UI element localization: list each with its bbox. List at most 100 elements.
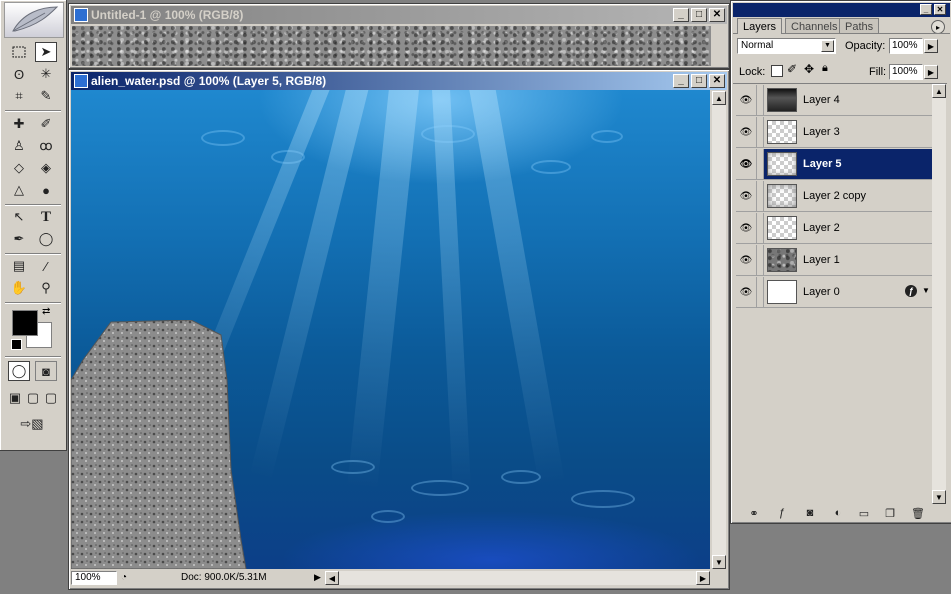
standard-screen-mode-icon[interactable]: ▣ [6, 388, 24, 408]
new-adjustment-layer-icon[interactable]: ◐ [829, 506, 847, 520]
minimize-button[interactable]: _ [673, 8, 689, 22]
fill-field[interactable]: 100% [889, 64, 923, 80]
dodge-tool-icon[interactable]: ● [35, 180, 57, 200]
jump-to-imageready-icon[interactable]: ⇨▧ [8, 414, 56, 434]
marquee-tool-icon[interactable] [8, 42, 30, 62]
lock-transparency-icon[interactable] [771, 65, 783, 77]
chevron-down-icon[interactable]: ▼ [821, 40, 834, 52]
layer-name[interactable]: Layer 1 [803, 254, 840, 266]
crop-tool-icon[interactable]: ⌗ [8, 86, 30, 106]
layer-row-layer-0[interactable]: 👁︎ Layer 0 ƒ ▼ [736, 277, 933, 308]
new-group-icon[interactable]: ▭ [855, 506, 873, 520]
close-button[interactable]: ✕ [709, 74, 725, 88]
eyedropper-tool-icon[interactable]: ⁄ [35, 256, 57, 276]
scroll-left-arrow-icon[interactable]: ◀ [325, 571, 339, 585]
scroll-down-arrow-icon[interactable]: ▼ [712, 555, 726, 569]
maximize-button[interactable]: □ [691, 74, 707, 88]
default-colors-icon[interactable] [11, 339, 22, 350]
type-tool-icon[interactable]: T [35, 207, 57, 227]
layer-name[interactable]: Layer 2 copy [803, 190, 866, 202]
layer-name[interactable]: Layer 0 [803, 286, 840, 298]
eye-icon[interactable]: 👁︎ [736, 85, 757, 115]
scroll-up-arrow-icon[interactable]: ▲ [932, 84, 946, 98]
effects-expand-arrow-icon[interactable]: ▼ [922, 286, 930, 295]
clone-stamp-tool-icon[interactable]: ♙ [8, 136, 30, 156]
scroll-right-arrow-icon[interactable]: ▶ [696, 571, 710, 585]
layer-row-layer-4[interactable]: 👁︎ Layer 4 [736, 85, 933, 116]
eye-icon[interactable]: 👁︎ [736, 181, 757, 211]
zoom-tool-icon[interactable]: ⚲ [35, 278, 57, 298]
tab-channels[interactable]: Channels [785, 18, 844, 34]
title-bar[interactable]: alien_water.psd @ 100% (Layer 5, RGB/8) … [71, 72, 727, 90]
vertical-scrollbar[interactable]: ▲ ▼ [712, 91, 726, 569]
hand-tool-icon[interactable]: ✋ [8, 278, 30, 298]
status-options-icon[interactable]: ◔ [121, 572, 135, 584]
layer-name[interactable]: Layer 2 [803, 222, 840, 234]
tab-layers[interactable]: Layers [737, 18, 783, 34]
history-brush-tool-icon[interactable]: ꝏ [35, 136, 57, 156]
new-layer-icon[interactable]: ❐ [881, 506, 899, 520]
lasso-tool-icon[interactable]: ʘ [8, 64, 30, 84]
add-layer-mask-icon[interactable]: ◙ [801, 506, 819, 520]
tab-paths[interactable]: Paths [839, 18, 880, 34]
layer-row-layer-3[interactable]: 👁︎ Layer 3 [736, 117, 933, 148]
brush-tool-icon[interactable]: ✐ [35, 114, 57, 134]
layer-name[interactable]: Layer 5 [803, 158, 842, 170]
eye-icon[interactable]: 👁︎ [736, 277, 757, 307]
lock-all-icon[interactable]: 🔒︎ [822, 62, 828, 75]
horizontal-scrollbar[interactable]: ◀ ▶ [325, 571, 710, 585]
ellipse-tool-icon[interactable]: ◯ [35, 229, 57, 249]
move-tool-icon[interactable]: ➤ [35, 42, 57, 62]
eye-icon[interactable]: 👁︎ [736, 117, 757, 147]
add-layer-style-icon[interactable]: ƒ [773, 506, 791, 520]
pen-tool-icon[interactable]: ✒ [8, 229, 30, 249]
delete-layer-icon[interactable]: 🗑︎ [909, 506, 927, 520]
full-screen-mode-icon[interactable]: ▢ [42, 388, 60, 408]
document-canvas-alien-water[interactable] [71, 90, 710, 569]
close-button[interactable]: ✕ [709, 8, 725, 22]
path-selection-tool-icon[interactable]: ↖ [8, 207, 30, 227]
blur-tool-icon[interactable]: △ [8, 180, 30, 200]
eraser-tool-icon[interactable]: ◇ [8, 158, 30, 178]
notes-tool-icon[interactable]: ▤ [8, 256, 30, 276]
palette-menu-icon[interactable]: ▸ [931, 20, 945, 34]
foreground-color-swatch[interactable] [12, 310, 38, 336]
lock-position-icon[interactable]: ✥ [804, 62, 814, 76]
minimize-button[interactable]: _ [673, 74, 689, 88]
paint-bucket-tool-icon[interactable]: ◈ [35, 158, 57, 178]
healing-brush-tool-icon[interactable]: ✚ [8, 114, 30, 134]
quick-mask-mode-icon[interactable]: ◙ [35, 361, 57, 381]
layers-scrollbar[interactable]: ▲ ▼ [932, 84, 946, 504]
layer-effects-icon[interactable]: ƒ [905, 285, 917, 297]
zoom-field[interactable]: 100% [71, 571, 117, 585]
layer-name[interactable]: Layer 4 [803, 94, 840, 106]
eye-icon[interactable]: 👁︎ [736, 245, 757, 275]
layer-row-layer-5[interactable]: 👁︎ Layer 5 [736, 149, 933, 180]
maximize-button[interactable]: □ [691, 8, 707, 22]
scroll-down-arrow-icon[interactable]: ▼ [932, 490, 946, 504]
layer-row-layer-2[interactable]: 👁︎ Layer 2 [736, 213, 933, 244]
lock-image-brush-icon[interactable]: ✐ [787, 62, 797, 76]
link-layers-icon[interactable]: ⚭ [745, 506, 763, 520]
blend-mode-select[interactable]: Normal ▼ [737, 38, 836, 54]
palette-title-bar[interactable]: _ ✕ [733, 3, 950, 17]
opacity-field[interactable]: 100% [889, 38, 923, 54]
palette-minimize-button[interactable]: _ [920, 4, 932, 15]
eye-icon[interactable]: 👁︎ [736, 149, 757, 179]
layer-row-layer-2-copy[interactable]: 👁︎ Layer 2 copy [736, 181, 933, 212]
document-window-untitled[interactable]: Untitled-1 @ 100% (RGB/8) _ □ ✕ [68, 3, 730, 69]
layer-name[interactable]: Layer 3 [803, 126, 840, 138]
palette-close-button[interactable]: ✕ [934, 4, 946, 15]
eye-icon[interactable]: 👁︎ [736, 213, 757, 243]
slice-tool-icon[interactable]: ✎ [35, 86, 57, 106]
standard-mode-icon[interactable]: ◯ [8, 361, 30, 381]
title-bar[interactable]: Untitled-1 @ 100% (RGB/8) _ □ ✕ [71, 6, 727, 24]
fill-slider-arrow-icon[interactable]: ▶ [924, 65, 938, 79]
opacity-slider-arrow-icon[interactable]: ▶ [924, 39, 938, 53]
status-menu-arrow-icon[interactable]: ▶ [314, 572, 321, 583]
full-screen-menu-mode-icon[interactable]: ▢ [24, 388, 42, 408]
document-canvas-untitled[interactable] [72, 26, 711, 66]
layer-row-layer-1[interactable]: 👁︎ Layer 1 [736, 245, 933, 276]
scroll-up-arrow-icon[interactable]: ▲ [712, 91, 726, 105]
magic-wand-tool-icon[interactable]: ✳ [35, 64, 57, 84]
